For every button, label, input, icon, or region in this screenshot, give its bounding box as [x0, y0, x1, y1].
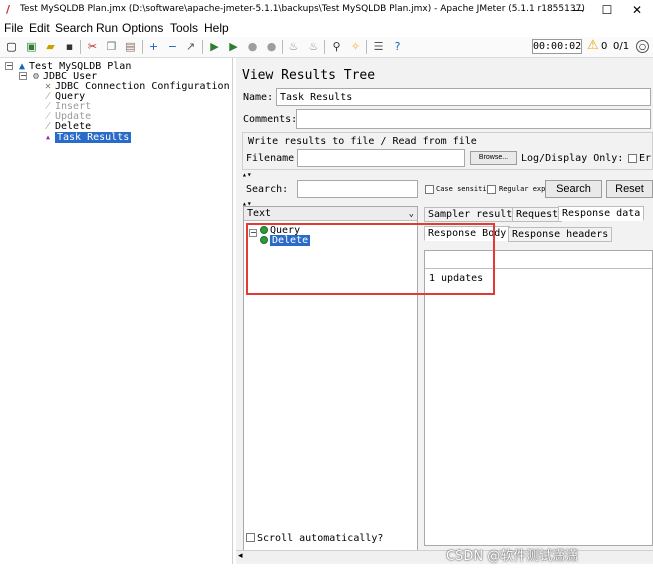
details-panel: Sampler result Request Response data Res… [422, 206, 653, 546]
splitter-arrows[interactable]: ▴▾ [242, 170, 252, 179]
minimize-button[interactable]: — [563, 2, 593, 18]
start-icon[interactable]: ▶ [207, 39, 222, 54]
toolbar-separator [366, 40, 367, 54]
menu-tools[interactable]: Tools [170, 21, 198, 35]
scroll-left-icon[interactable]: ◂ [238, 551, 243, 561]
tab-response-body[interactable]: Response Body [424, 226, 511, 241]
comments-input[interactable] [296, 109, 651, 129]
result-node-delete[interactable]: Delete [260, 235, 311, 246]
collapse-thread-group-toggle[interactable]: − [19, 72, 27, 80]
horizontal-scrollbar[interactable]: ◂ [236, 550, 653, 562]
scroll-automatically-checkbox[interactable] [246, 533, 255, 542]
response-area: 1 updates [424, 250, 653, 546]
tree-node-task-results[interactable]: ▴ Task Results [43, 132, 132, 143]
browse-button[interactable]: Browse... [470, 151, 517, 165]
menu-edit[interactable]: Edit [29, 21, 50, 35]
menu-file[interactable]: File [4, 21, 23, 35]
filename-label: Filename [246, 153, 295, 164]
maximize-button[interactable]: ☐ [592, 2, 622, 18]
reset-search-icon[interactable]: ✧ [348, 39, 363, 54]
reset-button[interactable]: Reset [606, 180, 653, 198]
active-threads: 0/1 [613, 41, 630, 52]
view-results-tree-panel: View Results Tree Name: Task Results Com… [236, 58, 653, 564]
open-icon[interactable]: ▰ [43, 39, 58, 54]
new-icon[interactable]: ▢ [4, 39, 19, 54]
name-label: Name: [243, 92, 274, 103]
start-no-pause-icon[interactable]: ▶ [226, 39, 241, 54]
tab-response-headers[interactable]: Response headers [508, 227, 613, 242]
collapse-results-toggle[interactable]: − [249, 229, 257, 237]
cut-icon[interactable]: ✂ [85, 39, 100, 54]
log-display-label: Log/Display Only: [521, 153, 624, 164]
toolbar-separator [282, 40, 283, 54]
jmeter-logo-icon: / [6, 3, 11, 16]
sampler-pipette-icon: ⁄ [47, 121, 49, 132]
close-button[interactable]: ✕ [622, 2, 652, 18]
success-shield-icon [260, 236, 268, 244]
tab-sampler-result[interactable]: Sampler result [424, 207, 517, 222]
renderer-select[interactable]: Text ⌄ [244, 207, 417, 221]
templates-icon[interactable]: ▣ [24, 39, 39, 54]
menu-run[interactable]: Run [96, 21, 118, 35]
warning-count: 0 [601, 41, 608, 52]
elapsed-timer: 00:00:02 [532, 39, 582, 54]
response-search-bar[interactable] [425, 251, 652, 269]
stop-icon[interactable]: ● [245, 39, 260, 54]
regular-exp-checkbox[interactable] [487, 185, 496, 194]
search-icon[interactable]: ⚲ [329, 39, 344, 54]
filename-input[interactable] [297, 149, 465, 167]
case-sensitive-checkbox[interactable] [425, 185, 434, 194]
errors-checkbox[interactable] [628, 154, 637, 163]
toolbar: ▢ ▣ ▰ ▪ ✂ ❐ ▤ + − ↗ ▶ ▶ ● ● ♨ ♨ ⚲ ✧ ☰ ? … [0, 37, 653, 58]
toolbar-separator [80, 40, 81, 54]
response-body-text[interactable]: 1 updates [429, 273, 483, 284]
clear-icon[interactable]: ♨ [286, 39, 301, 54]
watermark: CSDN @软件测试潇潇 [446, 549, 579, 564]
menu-help[interactable]: Help [204, 21, 229, 35]
listener-icon: ▴ [44, 132, 52, 143]
tree-node-delete[interactable]: ⁄ Delete [43, 121, 91, 132]
remote-status-icon: ○ [636, 40, 649, 53]
paste-icon[interactable]: ▤ [123, 39, 138, 54]
chevron-down-icon[interactable]: ⌄ [409, 207, 414, 221]
toggle-icon[interactable]: ↗ [183, 39, 198, 54]
scroll-automatically-option[interactable]: Scroll automatically? [246, 533, 383, 544]
comments-label: Comments: [243, 114, 298, 125]
expand-icon[interactable]: + [146, 39, 161, 54]
panel-title: View Results Tree [242, 68, 376, 83]
menu-bar: File Edit Search Run Options Tools Help [0, 20, 653, 37]
title-bar: / Test MySQLDB Plan.jmx (D:\software\apa… [0, 0, 653, 20]
search-label: Search: [246, 184, 289, 195]
file-section-title: Write results to file / Read from file [248, 136, 477, 147]
name-input[interactable]: Task Results [276, 88, 651, 106]
warning-icon[interactable]: ⚠ [587, 38, 599, 53]
save-icon[interactable]: ▪ [62, 39, 77, 54]
help-icon[interactable]: ? [390, 39, 405, 54]
function-helper-icon[interactable]: ☰ [371, 39, 386, 54]
results-list: Text ⌄ − Query Delete Scroll automatical… [243, 206, 418, 554]
success-shield-icon [260, 226, 268, 234]
search-button[interactable]: Search [545, 180, 602, 198]
errors-label: Er [639, 153, 652, 164]
gear-icon: ⚙ [32, 71, 40, 82]
regular-exp-label: Regular exp. [499, 185, 550, 193]
window-title: Test MySQLDB Plan.jmx (D:\software\apach… [20, 4, 585, 14]
tab-response-data[interactable]: Response data [558, 206, 645, 221]
tab-request[interactable]: Request [512, 207, 563, 222]
menu-options[interactable]: Options [122, 21, 163, 35]
copy-icon[interactable]: ❐ [104, 39, 119, 54]
collapse-plan-toggle[interactable]: − [5, 62, 13, 70]
shutdown-icon[interactable]: ● [264, 39, 279, 54]
collapse-icon[interactable]: − [165, 39, 180, 54]
toolbar-separator [324, 40, 325, 54]
menu-search[interactable]: Search [55, 21, 93, 35]
test-plan-tree: − ▲ Test MySQLDB Plan − ⚙ JDBC User ✕ JDBC … [0, 58, 233, 564]
search-input[interactable] [297, 180, 418, 198]
toolbar-separator [142, 40, 143, 54]
clear-all-icon[interactable]: ♨ [306, 39, 321, 54]
toolbar-separator [202, 40, 203, 54]
